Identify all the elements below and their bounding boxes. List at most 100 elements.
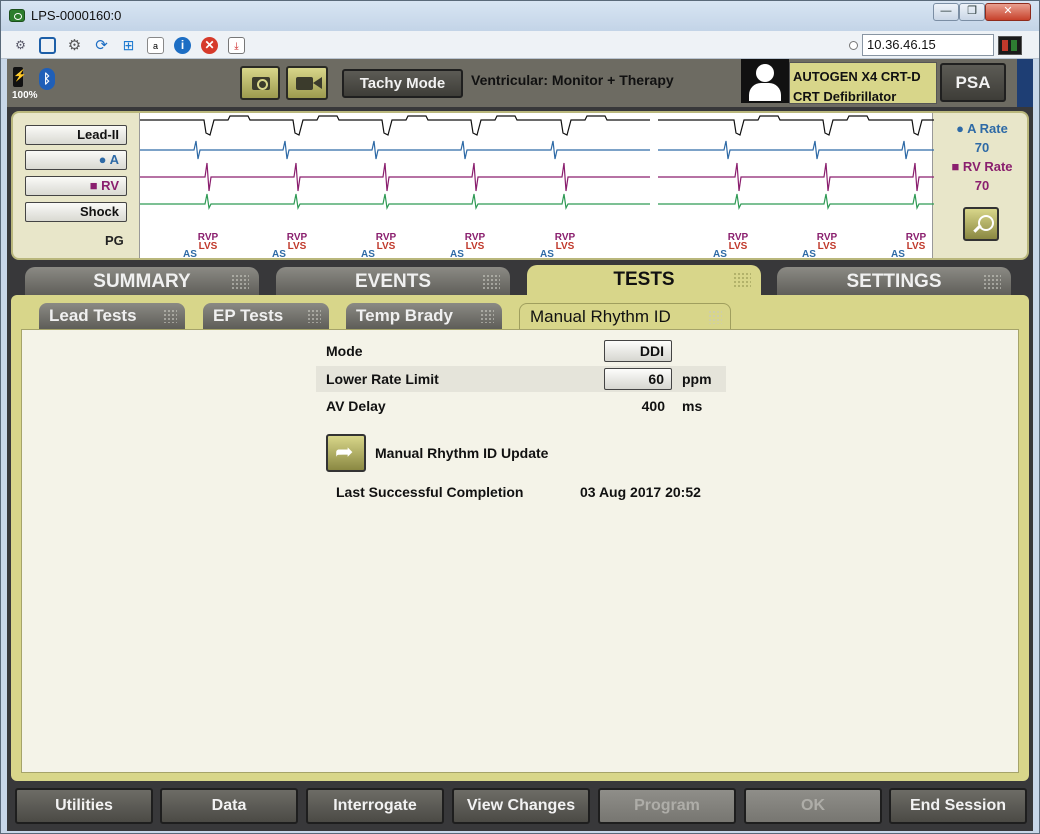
application-window: LPS-0000160:0 — ❐ ✕ ⚙ ⚙ ⟳ ⊞ a i ✕ ⤓ 10.3… — [0, 0, 1040, 834]
ecg-traces: RVPLVSASRVPLVSASRVPLVSASRVPLVSASRVPLVSAS… — [140, 113, 959, 260]
device-header: 100% ᛒ Tachy Mode Ventricular: Monitor +… — [7, 59, 1033, 107]
tab-summary[interactable]: SUMMARY — [25, 267, 259, 296]
title-bar: LPS-0000160:0 — ❐ ✕ — [1, 1, 1039, 31]
lower-rate-limit-unit: ppm — [682, 371, 712, 387]
close-button[interactable]: ✕ — [985, 3, 1031, 21]
tachy-mode-button[interactable]: Tachy Mode — [342, 69, 463, 98]
rv-lead-button[interactable]: ■ RV — [25, 176, 127, 196]
disconnect-icon[interactable]: ✕ — [201, 37, 218, 54]
tab-temp-brady[interactable]: Temp Brady — [346, 303, 502, 329]
a-rate-value: 70 — [974, 140, 990, 155]
mode-value-button[interactable]: DDI — [604, 340, 672, 362]
sub-tabs: Lead Tests EP Tests Temp Brady Manual Rh… — [31, 303, 791, 329]
av-delay-row: AV Delay 400 ms — [316, 393, 726, 419]
device-model: AUTOGEN X4 CRT-D — [793, 69, 921, 84]
lvs-marker: LVS — [818, 241, 837, 252]
grip-icon — [307, 309, 321, 323]
tab-settings[interactable]: SETTINGS — [777, 267, 1011, 296]
info-icon[interactable]: i — [174, 37, 191, 54]
tests-panel: Lead Tests EP Tests Temp Brady Manual Rh… — [11, 295, 1029, 781]
tab-events[interactable]: EVENTS — [276, 267, 510, 296]
lower-rate-limit-value-button[interactable]: 60 — [604, 368, 672, 390]
tab-tests[interactable]: TESTS — [527, 265, 761, 296]
ok-button[interactable]: OK — [744, 788, 882, 824]
last-completion-label: Last Successful Completion — [336, 484, 524, 500]
tab-manual-rhythm-id[interactable]: Manual Rhythm ID — [519, 303, 731, 329]
program-button[interactable]: Program — [598, 788, 736, 824]
zoom-icon[interactable] — [963, 207, 999, 241]
remote-toolbar: ⚙ ⚙ ⟳ ⊞ a i ✕ ⤓ 10.36.46.15 — [1, 31, 1039, 59]
lvs-marker: LVS — [556, 241, 575, 252]
grip-icon — [983, 274, 1001, 290]
lvs-marker: LVS — [199, 241, 218, 252]
patient-icon[interactable] — [741, 59, 789, 103]
a-rate-label: ● A Rate — [956, 121, 1008, 136]
manual-rhythm-id-update-button[interactable] — [326, 434, 366, 472]
manual-rhythm-id-update-label: Manual Rhythm ID Update — [375, 445, 549, 461]
end-session-button[interactable]: End Session — [889, 788, 1027, 824]
strip-gap — [650, 113, 658, 258]
ecg-panel: Lead-II ● A ■ RV Shock PG RVP LVS AS RVP LVS… — [11, 111, 1029, 260]
last-completion-value: 03 Aug 2017 20:52 — [580, 484, 701, 500]
ecg-strip: RVP LVS AS RVP LVS AS RVP LVS AS RVP LVS AS RVP LVS AS… — [139, 113, 959, 260]
data-button[interactable]: Data — [160, 788, 298, 824]
tab-events-label: EVENTS — [354, 271, 432, 292]
status-dot — [849, 41, 858, 50]
tab-tests-label: TESTS — [613, 269, 675, 290]
as-marker: AS — [540, 249, 554, 258]
grip-icon — [482, 274, 500, 290]
rv-rate-value: 70 — [974, 178, 990, 193]
bottom-bar: Utilities Data Interrogate View Changes … — [7, 785, 1033, 831]
download-icon[interactable]: ⤓ — [228, 37, 245, 54]
as-marker: AS — [183, 249, 197, 258]
atrial-lead-button[interactable]: ● A — [25, 150, 127, 170]
window-title: LPS-0000160:0 — [31, 8, 122, 23]
lvs-marker: LVS — [729, 241, 748, 252]
fullscreen-icon[interactable] — [39, 37, 56, 54]
tab-lead-tests[interactable]: Lead Tests — [39, 303, 185, 329]
refresh-icon[interactable]: ⟳ — [93, 37, 110, 54]
as-marker: AS — [450, 249, 464, 258]
rv-trace — [140, 162, 934, 192]
rate-display: ● A Rate 70 ■ RV Rate 70 — [937, 121, 1027, 197]
programmer-screen: 100% ᛒ Tachy Mode Ventricular: Monitor +… — [7, 59, 1033, 831]
gear-icon[interactable]: ⚙ — [66, 37, 83, 54]
view-changes-button[interactable]: View Changes — [452, 788, 590, 824]
windows-icon[interactable]: ⊞ — [120, 37, 137, 54]
grip-icon — [708, 310, 722, 324]
lower-rate-limit-label: Lower Rate Limit — [326, 371, 439, 387]
maximize-button[interactable]: ❐ — [959, 3, 985, 21]
ip-address-field[interactable]: 10.36.46.15 — [862, 34, 994, 56]
connection-icon[interactable]: ⚙ — [12, 37, 29, 54]
rv-rate-label: ■ RV Rate — [951, 159, 1013, 174]
tab-settings-label: SETTINGS — [846, 271, 942, 292]
mode-row: Mode DDI — [316, 338, 726, 364]
connection-status-icon — [998, 36, 1022, 55]
pg-label: PG — [105, 233, 124, 248]
psa-button[interactable]: PSA — [940, 63, 1006, 102]
av-delay-unit: ms — [682, 398, 703, 414]
as-marker: AS — [272, 249, 286, 258]
bluetooth-icon: ᛒ — [39, 68, 55, 90]
keyboard-icon[interactable]: a — [147, 37, 164, 54]
minimize-button[interactable]: — — [933, 3, 959, 21]
shock-trace — [140, 193, 934, 210]
lead-ii-trace — [140, 115, 959, 136]
grip-icon — [733, 272, 751, 288]
ventricular-mode-text: Ventricular: Monitor + Therapy — [471, 72, 674, 88]
lvs-marker: LVS — [288, 241, 307, 252]
tab-ep-tests[interactable]: EP Tests — [203, 303, 329, 329]
interrogate-button[interactable]: Interrogate — [306, 788, 444, 824]
video-button[interactable] — [286, 66, 328, 100]
mode-label: Mode — [326, 343, 363, 359]
as-marker: AS — [802, 249, 816, 258]
lvs-marker: LVS — [907, 241, 926, 252]
main-tabs: SUMMARY EVENTS TESTS SETTINGS — [7, 264, 1033, 296]
lower-rate-limit-row: Lower Rate Limit 60 ppm — [316, 366, 726, 392]
lead-ii-button[interactable]: Lead-II — [25, 125, 127, 145]
shock-lead-button[interactable]: Shock — [25, 202, 127, 222]
tab-manual-rhythm-id-label: Manual Rhythm ID — [530, 307, 671, 326]
utilities-button[interactable]: Utilities — [15, 788, 153, 824]
camera-button[interactable] — [240, 66, 280, 100]
as-marker: AS — [891, 249, 905, 258]
